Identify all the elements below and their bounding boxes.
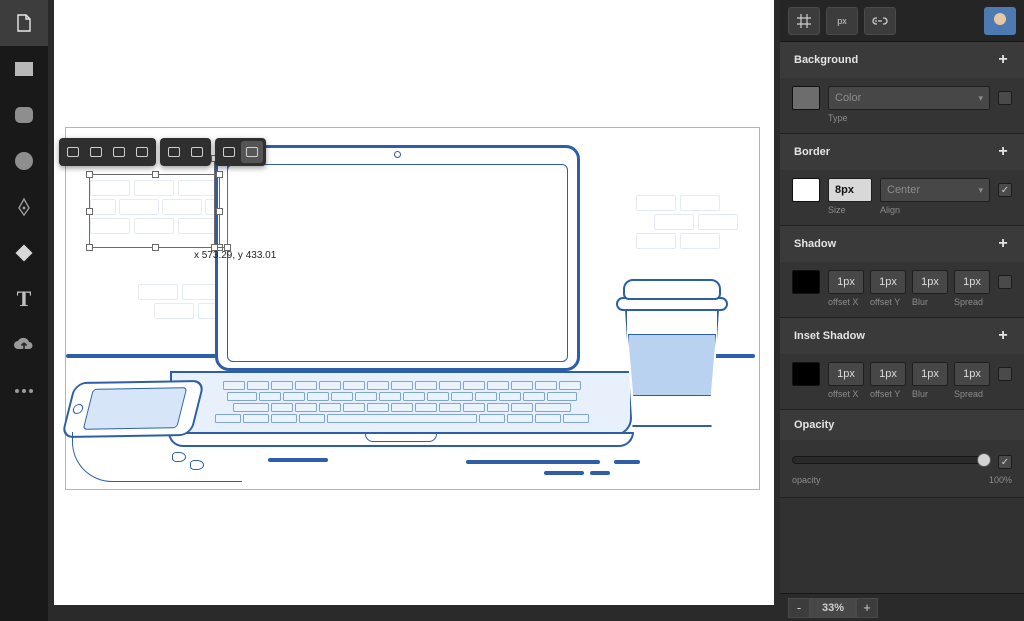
- ft-btn-8[interactable]: [241, 141, 263, 163]
- units-button[interactable]: px: [826, 7, 858, 35]
- inset-offset-y-input[interactable]: [870, 362, 906, 386]
- border-color-swatch[interactable]: [792, 178, 820, 202]
- ft-btn-6[interactable]: [186, 141, 208, 163]
- ft-btn-2[interactable]: [85, 141, 107, 163]
- add-shadow-button[interactable]: +: [994, 235, 1012, 253]
- inspector-panel: px Background + Color▾ Type Border: [780, 0, 1024, 621]
- opacity-slider-thumb[interactable]: [977, 453, 991, 467]
- background-type-dropdown[interactable]: Color▾: [828, 86, 990, 110]
- tool-rectangle[interactable]: [0, 46, 48, 92]
- page-surface: x 573.29, y 433.01: [54, 0, 774, 605]
- inset-offset-x-input[interactable]: [828, 362, 864, 386]
- inset-spread-input[interactable]: [954, 362, 990, 386]
- tool-upload[interactable]: [0, 322, 48, 368]
- zoom-in-button[interactable]: +: [856, 598, 878, 618]
- shadow-enabled-check[interactable]: [998, 275, 1012, 289]
- add-inset-shadow-button[interactable]: +: [994, 327, 1012, 345]
- selection-box[interactable]: [89, 174, 220, 248]
- shadow-offset-y-input[interactable]: [870, 270, 906, 294]
- tool-pen[interactable]: [0, 184, 48, 230]
- section-title: Opacity: [794, 419, 834, 431]
- opacity-slider[interactable]: [792, 456, 990, 464]
- background-color-swatch[interactable]: [792, 86, 820, 110]
- zoom-out-button[interactable]: -: [788, 598, 810, 618]
- section-title: Background: [794, 54, 858, 66]
- add-background-button[interactable]: +: [994, 51, 1012, 69]
- field-label: Type: [828, 113, 990, 123]
- selection-box-2[interactable]: [214, 158, 228, 248]
- tool-more[interactable]: [0, 368, 48, 414]
- section-border: Border + Size Center▾ Align: [780, 134, 1024, 226]
- add-border-button[interactable]: +: [994, 143, 1012, 161]
- illustration: [54, 0, 774, 605]
- inset-shadow-color-swatch[interactable]: [792, 362, 820, 386]
- opacity-value: 100%: [989, 475, 1012, 485]
- shadow-blur-input[interactable]: [912, 270, 948, 294]
- ft-btn-1[interactable]: [62, 141, 84, 163]
- section-shadow: Shadow + offset X offset Y Blur Spread: [780, 226, 1024, 318]
- section-title: Border: [794, 146, 830, 158]
- section-opacity: Opacity opacity 100%: [780, 410, 1024, 498]
- tool-page[interactable]: [0, 0, 48, 46]
- ft-btn-4[interactable]: [131, 141, 153, 163]
- inset-blur-input[interactable]: [912, 362, 948, 386]
- tool-rounded-rectangle[interactable]: [0, 92, 48, 138]
- shadow-spread-input[interactable]: [954, 270, 990, 294]
- tool-ellipse[interactable]: [0, 138, 48, 184]
- border-align-dropdown[interactable]: Center▾: [880, 178, 990, 202]
- ft-btn-5[interactable]: [163, 141, 185, 163]
- shadow-offset-x-input[interactable]: [828, 270, 864, 294]
- background-enabled-check[interactable]: [998, 91, 1012, 105]
- canvas[interactable]: x 573.29, y 433.01: [48, 0, 780, 621]
- zoom-value: 33%: [810, 598, 856, 618]
- border-enabled-check[interactable]: [998, 183, 1012, 197]
- coord-readout: x 573.29, y 433.01: [194, 250, 276, 261]
- section-background: Background + Color▾ Type: [780, 42, 1024, 134]
- field-label: opacity: [792, 475, 821, 485]
- border-size-input[interactable]: [828, 178, 872, 202]
- selection-toolbar: [59, 138, 266, 166]
- opacity-enabled-check[interactable]: [998, 455, 1012, 469]
- tool-pencil[interactable]: [0, 230, 48, 276]
- panel-top: px: [780, 0, 1024, 42]
- inset-shadow-enabled-check[interactable]: [998, 367, 1012, 381]
- tool-text[interactable]: T: [0, 276, 48, 322]
- section-title: Shadow: [794, 238, 836, 250]
- section-inset-shadow: Inset Shadow + offset X offset Y Blur Sp…: [780, 318, 1024, 410]
- shadow-color-swatch[interactable]: [792, 270, 820, 294]
- ft-btn-7[interactable]: [218, 141, 240, 163]
- ft-btn-3[interactable]: [108, 141, 130, 163]
- zoom-bar: - 33% +: [780, 593, 1024, 621]
- user-avatar[interactable]: [984, 7, 1016, 35]
- section-title: Inset Shadow: [794, 330, 865, 342]
- grid-toggle-button[interactable]: [788, 7, 820, 35]
- link-button[interactable]: [864, 7, 896, 35]
- left-toolbar: T: [0, 0, 48, 621]
